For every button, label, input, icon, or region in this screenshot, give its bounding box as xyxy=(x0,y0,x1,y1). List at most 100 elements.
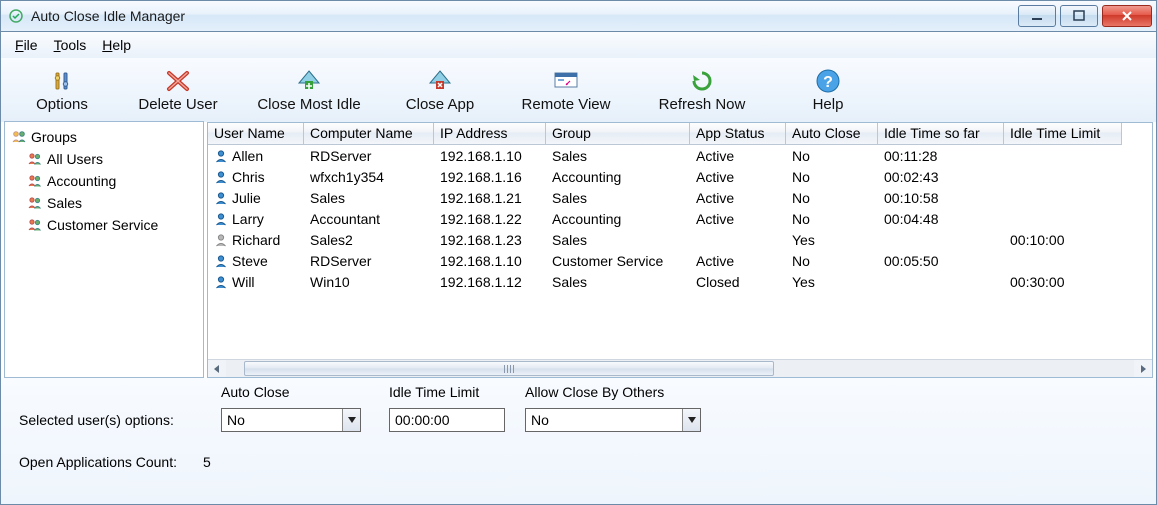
groups-tree: Groups All Users Accounting Sales xyxy=(4,121,204,378)
cell: 00:10:00 xyxy=(1004,232,1122,248)
auto-close-combo[interactable]: No xyxy=(221,408,361,432)
cell: Accountant xyxy=(304,211,434,227)
cell-user: Larry xyxy=(232,211,264,227)
user-icon xyxy=(214,191,228,205)
cell-auto: No xyxy=(792,190,810,206)
cell-computer: Accountant xyxy=(310,211,380,227)
minimize-button[interactable] xyxy=(1018,5,1056,27)
scroll-track[interactable] xyxy=(226,360,1134,377)
menu-tools[interactable]: Tools xyxy=(46,35,95,55)
help-icon: ? xyxy=(814,68,842,94)
scroll-right-arrow[interactable] xyxy=(1134,360,1152,377)
table-row[interactable]: JulieSales192.168.1.21SalesActiveNo00:10… xyxy=(208,187,1152,208)
cell-status: Active xyxy=(696,190,734,206)
refresh-now-button[interactable]: Refresh Now xyxy=(637,61,767,119)
delete-user-label: Delete User xyxy=(138,96,217,113)
cell: Customer Service xyxy=(546,253,690,269)
cell: 00:02:43 xyxy=(878,169,1004,185)
tree-item[interactable]: Customer Service xyxy=(9,214,199,236)
help-label: Help xyxy=(813,96,844,113)
cell-computer: RDServer xyxy=(310,148,371,164)
column-header[interactable]: App Status xyxy=(690,123,786,145)
grid-header: User NameComputer NameIP AddressGroupApp… xyxy=(208,123,1152,145)
cell-idle: 00:11:28 xyxy=(884,148,937,164)
cell-ip: 192.168.1.22 xyxy=(440,211,522,227)
table-row[interactable]: WillWin10192.168.1.12SalesClosedYes00:30… xyxy=(208,271,1152,292)
cell: Accounting xyxy=(546,211,690,227)
cell: RDServer xyxy=(304,253,434,269)
cell-idle: 00:04:48 xyxy=(884,211,939,227)
cell: Accounting xyxy=(546,169,690,185)
allow-close-by-others-combo[interactable]: No xyxy=(525,408,701,432)
menu-file[interactable]: File xyxy=(7,35,46,55)
cell: Sales xyxy=(304,190,434,206)
users-icon xyxy=(27,173,43,189)
cell-user: Chris xyxy=(232,169,265,185)
cell-group: Sales xyxy=(552,274,587,290)
cell-user: Julie xyxy=(232,190,261,206)
column-header[interactable]: IP Address xyxy=(434,123,546,145)
tree-item-label: All Users xyxy=(47,151,103,167)
scroll-left-arrow[interactable] xyxy=(208,360,226,377)
column-header[interactable]: User Name xyxy=(208,123,304,145)
table-row[interactable]: AllenRDServer192.168.1.10SalesActiveNo00… xyxy=(208,145,1152,166)
cell: Yes xyxy=(786,232,878,248)
maximize-button[interactable] xyxy=(1060,5,1098,27)
cell-ip: 192.168.1.23 xyxy=(440,232,522,248)
users-icon xyxy=(27,195,43,211)
close-app-label: Close App xyxy=(406,96,474,113)
column-header[interactable]: Idle Time so far xyxy=(878,123,1004,145)
column-header[interactable]: Auto Close xyxy=(786,123,878,145)
tree-item[interactable]: Sales xyxy=(9,192,199,214)
options-button[interactable]: Options xyxy=(7,61,117,119)
user-icon xyxy=(214,212,228,226)
cell: Will xyxy=(208,274,304,290)
tree-item-label: Customer Service xyxy=(47,217,158,233)
cell-auto: No xyxy=(792,253,810,269)
close-most-idle-button[interactable]: Close Most Idle xyxy=(239,61,379,119)
cell: Closed xyxy=(690,274,786,290)
cell-status: Active xyxy=(696,148,734,164)
help-button[interactable]: ? Help xyxy=(773,61,883,119)
horizontal-scrollbar[interactable] xyxy=(208,359,1152,377)
cell-auto: No xyxy=(792,211,810,227)
column-header[interactable]: Computer Name xyxy=(304,123,434,145)
cell-group: Accounting xyxy=(552,211,621,227)
column-header[interactable]: Group xyxy=(546,123,690,145)
cell-computer: wfxch1y354 xyxy=(310,169,384,185)
cell-auto: Yes xyxy=(792,274,815,290)
tree-root-label: Groups xyxy=(31,129,77,145)
close-app-button[interactable]: Close App xyxy=(385,61,495,119)
scroll-thumb[interactable] xyxy=(244,361,774,376)
remote-view-label: Remote View xyxy=(522,96,611,113)
remote-view-button[interactable]: Remote View xyxy=(501,61,631,119)
cell: No xyxy=(786,253,878,269)
cell-user: Richard xyxy=(232,232,280,248)
menu-help[interactable]: Help xyxy=(94,35,139,55)
cell-group: Sales xyxy=(552,232,587,248)
cell-idle: 00:05:50 xyxy=(884,253,939,269)
tree-root-groups[interactable]: Groups xyxy=(9,126,199,148)
table-row[interactable]: Chriswfxch1y354192.168.1.16AccountingAct… xyxy=(208,166,1152,187)
cell-ip: 192.168.1.10 xyxy=(440,148,522,164)
window-controls xyxy=(1018,5,1152,27)
cell: Active xyxy=(690,211,786,227)
svg-text:?: ? xyxy=(823,74,833,91)
chevron-down-icon xyxy=(682,409,700,431)
cell: 00:11:28 xyxy=(878,148,1004,164)
table-row[interactable]: SteveRDServer192.168.1.10Customer Servic… xyxy=(208,250,1152,271)
table-row[interactable]: RichardSales2192.168.1.23SalesYes00:10:0… xyxy=(208,229,1152,250)
users-icon xyxy=(27,151,43,167)
idle-time-limit-input[interactable]: 00:00:00 xyxy=(389,408,505,432)
chevron-down-icon xyxy=(342,409,360,431)
column-header[interactable]: Idle Time Limit xyxy=(1004,123,1122,145)
table-row[interactable]: Larry Accountant 192.168.1.22 Accounting Act… xyxy=(208,208,1152,229)
cell: Sales xyxy=(546,190,690,206)
close-button[interactable] xyxy=(1102,5,1152,27)
cell: Active xyxy=(690,253,786,269)
delete-user-button[interactable]: Delete User xyxy=(123,61,233,119)
tree-item[interactable]: All Users xyxy=(9,148,199,170)
cell-idle: 00:02:43 xyxy=(884,169,939,185)
grid-panel: User NameComputer NameIP AddressGroupApp… xyxy=(207,122,1153,378)
tree-item[interactable]: Accounting xyxy=(9,170,199,192)
